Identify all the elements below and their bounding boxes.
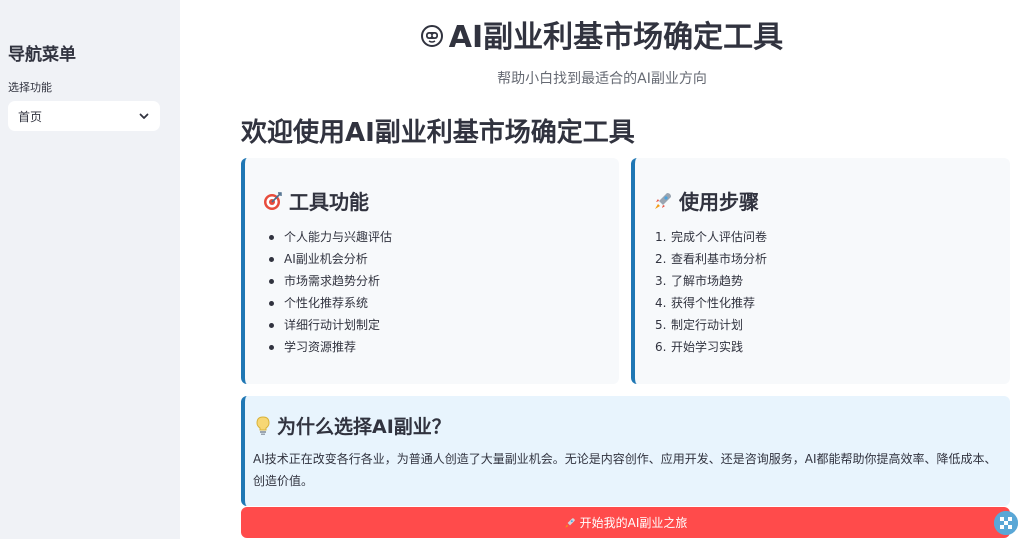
rocket-icon <box>655 192 671 209</box>
features-list: 个人能力与兴趣评估 AI副业机会分析 市场需求趋势分析 个性化推荐系统 详细行动… <box>263 226 392 358</box>
main-content: AI副业利基市场确定工具 帮助小白找到最适合的AI副业方向 欢迎使用AI副业利基… <box>180 0 1024 539</box>
list-item: 3. 了解市场趋势 <box>655 274 744 288</box>
list-item: 学习资源推荐 <box>263 336 392 358</box>
welcome-heading: 欢迎使用AI副业利基市场确定工具 <box>241 118 635 148</box>
avatar-image <box>994 511 1018 535</box>
list-item: AI副业机会分析 <box>263 248 392 270</box>
list-item: 详细行动计划制定 <box>263 314 392 336</box>
lightbulb-icon <box>256 415 270 435</box>
features-card: 工具功能 个人能力与兴趣评估 AI副业机会分析 市场需求趋势分析 个性化推荐系统… <box>241 158 619 384</box>
list-item: 6. 开始学习实践 <box>655 340 744 354</box>
function-select[interactable]: 首页 <box>8 101 160 131</box>
select-value: 首页 <box>18 109 43 124</box>
steps-list: 1. 完成个人评估问卷 2. 查看利基市场分析 3. 了解市场趋势 4. 获得个性化推荐… <box>653 226 767 358</box>
steps-card: 使用步骤 1. 完成个人评估问卷 2. 查看利基市场分析 3. 了解市场趋势 4. 获得… <box>631 158 1010 384</box>
list-item: 市场需求趋势分析 <box>263 270 392 292</box>
start-journey-button[interactable]: 开始我的AI副业之旅 <box>241 507 1010 538</box>
list-item: 5. 制定行动计划 <box>655 318 744 332</box>
list-item: 4. 获得个性化推荐 <box>655 296 756 310</box>
page-title-text: AI副业利基市场确定工具 <box>448 20 784 55</box>
list-item: 个性化推荐系统 <box>263 292 392 314</box>
list-item: 2. 查看利基市场分析 <box>655 252 768 266</box>
robot-icon <box>420 24 443 47</box>
target-icon <box>264 191 282 210</box>
why-ai-title: 为什么选择AI副业？ <box>255 412 451 439</box>
list-item: 1. 完成个人评估问卷 <box>655 230 768 244</box>
why-ai-section: 为什么选择AI副业？ AI技术正在改变各行各业，为普通人创造了大量副业机会。无论… <box>241 396 1010 506</box>
page-title: AI副业利基市场确定工具 <box>180 12 1024 56</box>
chevron-down-icon <box>139 113 149 119</box>
why-ai-body: AI技术正在改变各行各业，为普通人创造了大量副业机会。无论是内容创作、应用开发、… <box>253 452 997 488</box>
sidebar-title: 导航菜单 <box>8 45 76 65</box>
avatar[interactable] <box>994 511 1018 535</box>
page-subtitle: 帮助小白找到最适合的AI副业方向 <box>497 71 707 87</box>
select-label: 选择功能 <box>8 81 52 94</box>
list-item: 个人能力与兴趣评估 <box>263 226 392 248</box>
steps-card-title: 使用步骤 <box>653 186 759 215</box>
sidebar: 导航菜单 选择功能 首页 <box>0 0 180 539</box>
rocket-icon <box>564 517 575 528</box>
features-card-title: 工具功能 <box>263 186 369 215</box>
